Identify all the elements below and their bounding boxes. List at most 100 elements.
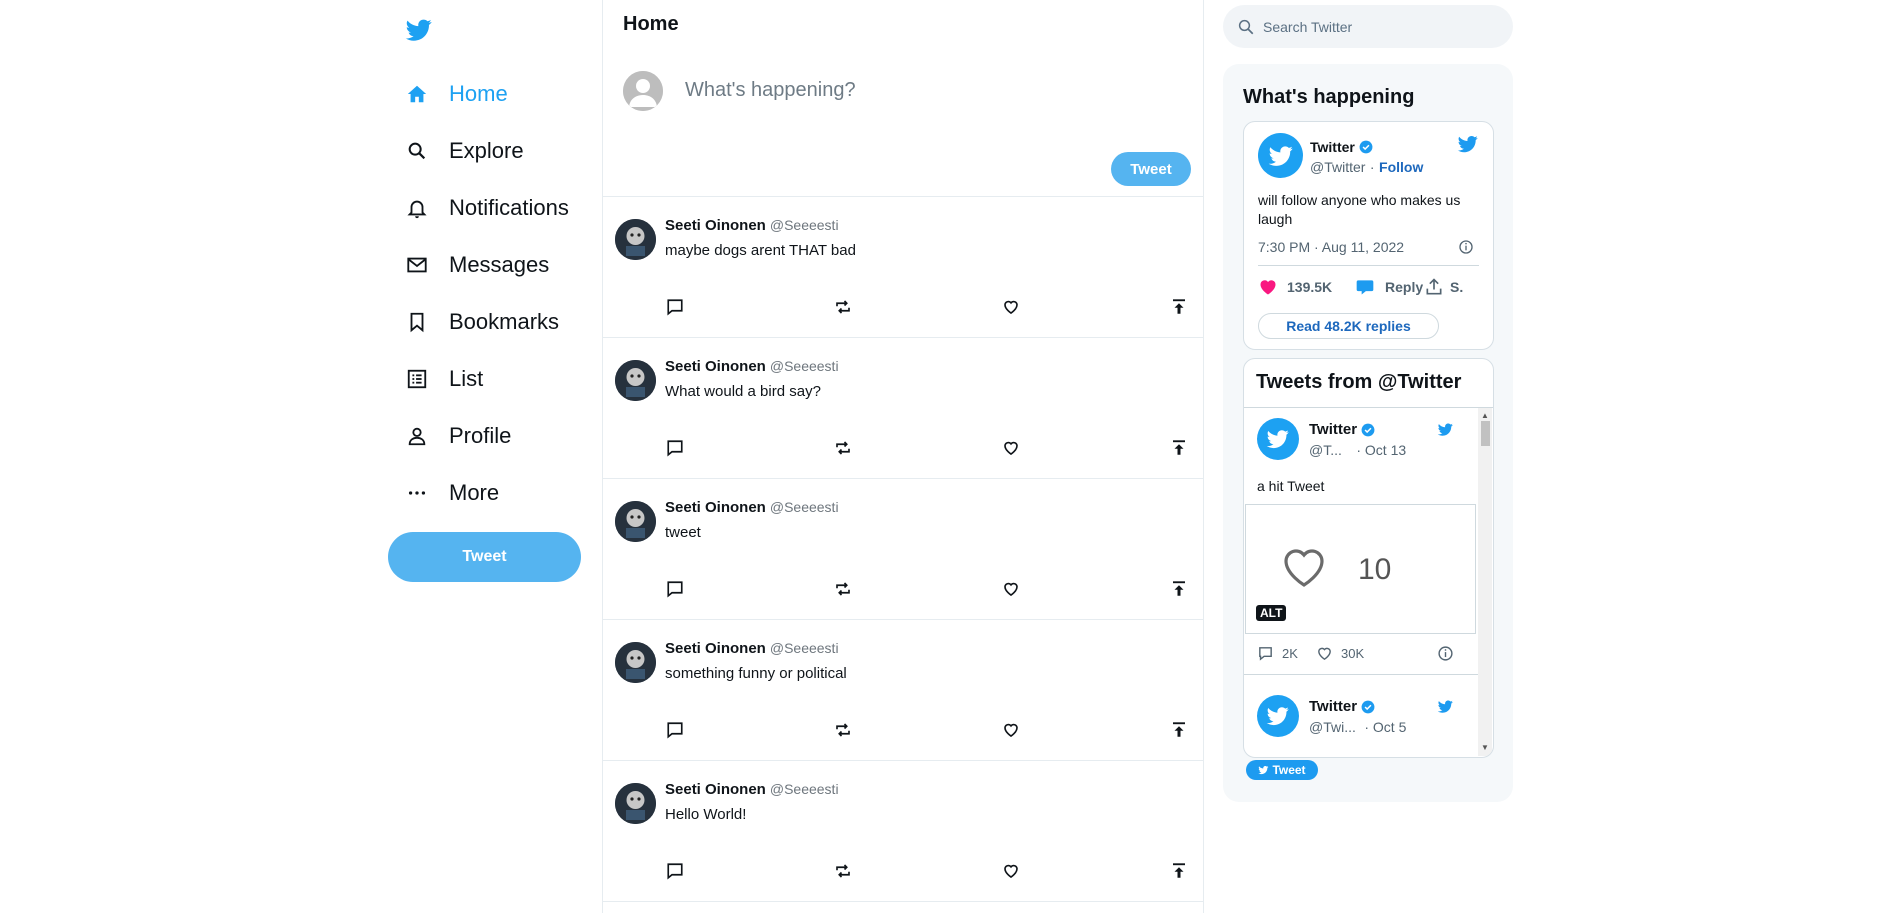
like-icon[interactable] — [1001, 297, 1021, 317]
tweet-author-handle[interactable]: @Seeeesti — [770, 358, 839, 374]
compose-input[interactable] — [683, 78, 1107, 103]
read-replies-button[interactable]: Read 48.2K replies — [1258, 313, 1439, 339]
alt-badge[interactable]: ALT — [1256, 605, 1287, 621]
tweet-item[interactable]: Seeti Oinonen @Seeeesti tweet — [603, 479, 1203, 620]
twitter-avatar[interactable] — [1257, 418, 1299, 460]
tweet-author-name[interactable]: Seeti Oinonen — [665, 781, 766, 798]
reply-icon[interactable] — [665, 297, 685, 317]
scroll-down-arrow-icon[interactable]: ▼ — [1481, 743, 1489, 752]
timeline-scroll-area[interactable]: Twitter @T... · Oct 13 a hit Tweet 10 AL… — [1244, 408, 1478, 756]
tweet-author-handle[interactable]: @Seeeesti — [770, 640, 839, 656]
whats-happening-panel: What's happening Twitter @Twitter · Foll… — [1223, 64, 1513, 802]
timeline-title[interactable]: Tweets from @Twitter — [1256, 371, 1461, 394]
like-button[interactable]: 139.5K — [1258, 277, 1332, 297]
reply-count: 2K — [1282, 646, 1298, 661]
search-icon — [1237, 18, 1255, 36]
tweet-author-name[interactable]: Seeti Oinonen — [665, 640, 766, 657]
tweet-item[interactable]: Seeti Oinonen @Seeeesti What would a bird… — [603, 338, 1203, 479]
retweet-icon[interactable] — [833, 297, 853, 317]
twitter-avatar[interactable] — [1257, 695, 1299, 737]
twitter-bird-icon[interactable] — [1437, 422, 1454, 437]
twitter-bird-icon[interactable] — [1457, 134, 1479, 154]
tweet-item[interactable]: Seeti Oinonen @Seeeesti something funny o… — [603, 620, 1203, 761]
home-feed: Home Tweet Seeti Oinonen@Seeeesti maybe … — [602, 0, 1204, 913]
reply-button[interactable]: Reply — [1355, 277, 1423, 297]
tweet-author-name[interactable]: Seeti Oinonen — [665, 217, 766, 234]
avatar — [615, 360, 656, 401]
tweet-author-handle[interactable]: @Seeeesti — [770, 781, 839, 797]
like-icon[interactable] — [1001, 720, 1021, 740]
twitter-avatar[interactable] — [1258, 133, 1303, 178]
embed-author-handle[interactable]: @Twitter — [1310, 159, 1365, 175]
chat-bubble-icon — [1355, 277, 1375, 297]
nav-more[interactable]: More — [405, 473, 499, 513]
share-icon[interactable] — [1169, 861, 1189, 881]
follow-link[interactable]: Follow — [1379, 159, 1423, 175]
timeline-author-handle[interactable]: @T... — [1309, 442, 1342, 458]
like-icon[interactable] — [1001, 861, 1021, 881]
reply-icon[interactable] — [665, 861, 685, 881]
tweet-author-name[interactable]: Seeti Oinonen — [665, 499, 766, 516]
info-icon[interactable] — [1458, 239, 1474, 255]
info-icon[interactable] — [1437, 645, 1454, 662]
tweet-author-name[interactable]: Seeti Oinonen — [665, 358, 766, 375]
embedded-tweet[interactable]: Twitter @Twitter · Follow will follow an… — [1243, 121, 1494, 350]
timeline-author-handle[interactable]: @Twi... — [1309, 719, 1356, 735]
embed-tweet-datetime[interactable]: 7:30 PM · Aug 11, 2022 — [1258, 239, 1404, 255]
scroll-up-arrow-icon[interactable]: ▲ — [1481, 411, 1489, 420]
timeline-tweet-text: a hit Tweet — [1257, 478, 1325, 494]
verified-badge-icon — [1361, 700, 1375, 714]
search-bar[interactable] — [1223, 5, 1513, 48]
timeline-date[interactable]: · Oct 13 — [1356, 442, 1406, 458]
reply-icon[interactable] — [665, 720, 685, 740]
share-icon[interactable] — [1169, 438, 1189, 458]
tweet-button-label: Tweet — [1272, 763, 1306, 777]
twitter-bird-icon[interactable] — [1437, 699, 1454, 714]
nav-list[interactable]: List — [405, 359, 483, 399]
timeline-scrollbar[interactable] — [1478, 408, 1492, 756]
timeline-reply-button[interactable]: 2K — [1257, 645, 1298, 662]
embed-author-name[interactable]: Twitter — [1310, 139, 1355, 155]
sidebar-tweet-button[interactable]: Tweet — [388, 532, 581, 582]
avatar — [615, 783, 656, 824]
nav-bookmarks[interactable]: Bookmarks — [405, 302, 559, 342]
scrollbar-thumb[interactable] — [1481, 421, 1490, 446]
retweet-icon[interactable] — [833, 720, 853, 740]
retweet-icon[interactable] — [833, 861, 853, 881]
nav-messages[interactable]: Messages — [405, 245, 549, 285]
timeline-date[interactable]: · Oct 5 — [1364, 719, 1406, 735]
like-icon[interactable] — [1001, 579, 1021, 599]
nav-explore[interactable]: Explore — [405, 131, 524, 171]
timeline-author-name[interactable]: Twitter — [1309, 698, 1357, 715]
reply-icon[interactable] — [665, 579, 685, 599]
share-icon[interactable] — [1169, 579, 1189, 599]
reply-icon[interactable] — [665, 438, 685, 458]
share-icon[interactable] — [1169, 297, 1189, 317]
tweet-item[interactable]: Seeti Oinonen @Seeeesti Hello World! — [603, 761, 1203, 902]
like-icon[interactable] — [1001, 438, 1021, 458]
tweet-media-image[interactable]: 10 ALT — [1245, 504, 1476, 634]
bookmark-icon — [405, 310, 429, 334]
share-button[interactable]: S. — [1424, 277, 1463, 297]
compose-tweet-button[interactable]: Tweet — [1111, 152, 1191, 186]
nav-label: Home — [449, 81, 508, 106]
retweet-icon[interactable] — [833, 438, 853, 458]
timeline-like-button[interactable]: 30K — [1316, 645, 1364, 662]
timeline-tweet-button[interactable]: Tweet — [1246, 760, 1318, 780]
nav-notifications[interactable]: Notifications — [405, 188, 569, 228]
timeline-author-name[interactable]: Twitter — [1309, 421, 1357, 438]
heart-icon — [1316, 645, 1333, 662]
media-count-text: 10 — [1358, 553, 1392, 586]
section-title: What's happening — [1243, 86, 1415, 108]
tweet-author-handle[interactable]: @Seeeesti — [770, 499, 839, 515]
nav-home[interactable]: Home — [405, 74, 508, 114]
nav-profile[interactable]: Profile — [405, 416, 511, 456]
tweet-author-handle[interactable]: @Seeeesti — [770, 217, 839, 233]
tweet-item[interactable]: Seeti Oinonen @Seeeesti maybe dogs arent … — [603, 197, 1203, 338]
retweet-icon[interactable] — [833, 579, 853, 599]
twitter-logo-icon[interactable] — [405, 17, 433, 43]
search-input[interactable] — [1261, 17, 1485, 36]
share-icon[interactable] — [1169, 720, 1189, 740]
more-icon — [405, 481, 429, 505]
verified-badge-icon — [1359, 140, 1373, 154]
